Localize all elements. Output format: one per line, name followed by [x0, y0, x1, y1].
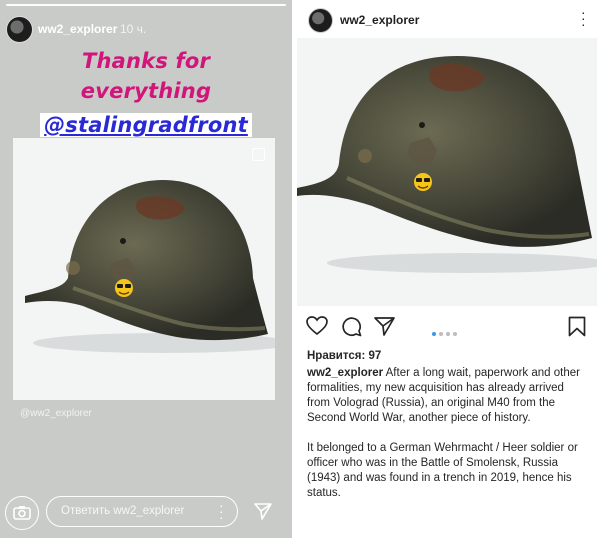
- story-progress-bar: [6, 4, 286, 6]
- heart-icon[interactable]: [306, 316, 328, 336]
- more-vert-icon[interactable]: · · ·: [581, 5, 586, 31]
- mention-sticker-wrap: @stalingradfront: [0, 113, 292, 137]
- post-image[interactable]: [297, 38, 597, 306]
- reply-input[interactable]: Ответить ww2_explorer · · ·: [46, 496, 238, 527]
- camera-icon: [13, 506, 31, 520]
- story-view: ww2_explorer 10 ч. Thanks for everything…: [0, 0, 292, 538]
- caption-username[interactable]: ww2_explorer: [307, 367, 383, 379]
- share-icon[interactable]: [374, 316, 395, 336]
- helmet-photo: [297, 38, 597, 306]
- send-icon[interactable]: [253, 501, 273, 521]
- carousel-dot: [446, 332, 450, 336]
- avatar[interactable]: [308, 8, 333, 33]
- carousel-square-icon: [252, 148, 265, 161]
- more-dots-icon[interactable]: · · ·: [219, 498, 224, 524]
- avatar[interactable]: [6, 16, 33, 43]
- shared-post-card[interactable]: [13, 138, 275, 400]
- post-caption: ww2_explorer After a long wait, paperwor…: [307, 366, 589, 501]
- likes-count[interactable]: Нравится: 97: [307, 350, 381, 362]
- carousel-dot: [453, 332, 457, 336]
- shared-post-caption: @ww2_explorer: [20, 408, 92, 419]
- caption-paragraph-1: ww2_explorer After a long wait, paperwor…: [307, 366, 589, 426]
- carousel-dot-active: [432, 332, 436, 336]
- carousel-dots: [432, 323, 460, 336]
- post-username[interactable]: ww2_explorer: [340, 13, 419, 27]
- story-username[interactable]: ww2_explorer: [38, 22, 117, 36]
- sticker-text-line-2: everything: [80, 79, 212, 103]
- caption-paragraph-2: It belonged to a German Wehrmacht / Heer…: [307, 442, 578, 499]
- carousel-dot: [439, 332, 443, 336]
- story-timestamp: 10 ч.: [120, 22, 147, 36]
- mention-text: @stalingradfront: [44, 113, 248, 137]
- helmet-photo: [13, 138, 275, 400]
- post-view: ww2_explorer · · · Нравится: 97 ww2_expl…: [297, 0, 597, 538]
- reply-placeholder: Ответить ww2_explorer: [61, 505, 185, 517]
- camera-button[interactable]: [5, 496, 39, 530]
- bookmark-icon[interactable]: [568, 316, 586, 337]
- mention-sticker[interactable]: @stalingradfront: [40, 113, 252, 137]
- sticker-text-line-1: Thanks for: [81, 49, 211, 73]
- comment-icon[interactable]: [341, 316, 362, 337]
